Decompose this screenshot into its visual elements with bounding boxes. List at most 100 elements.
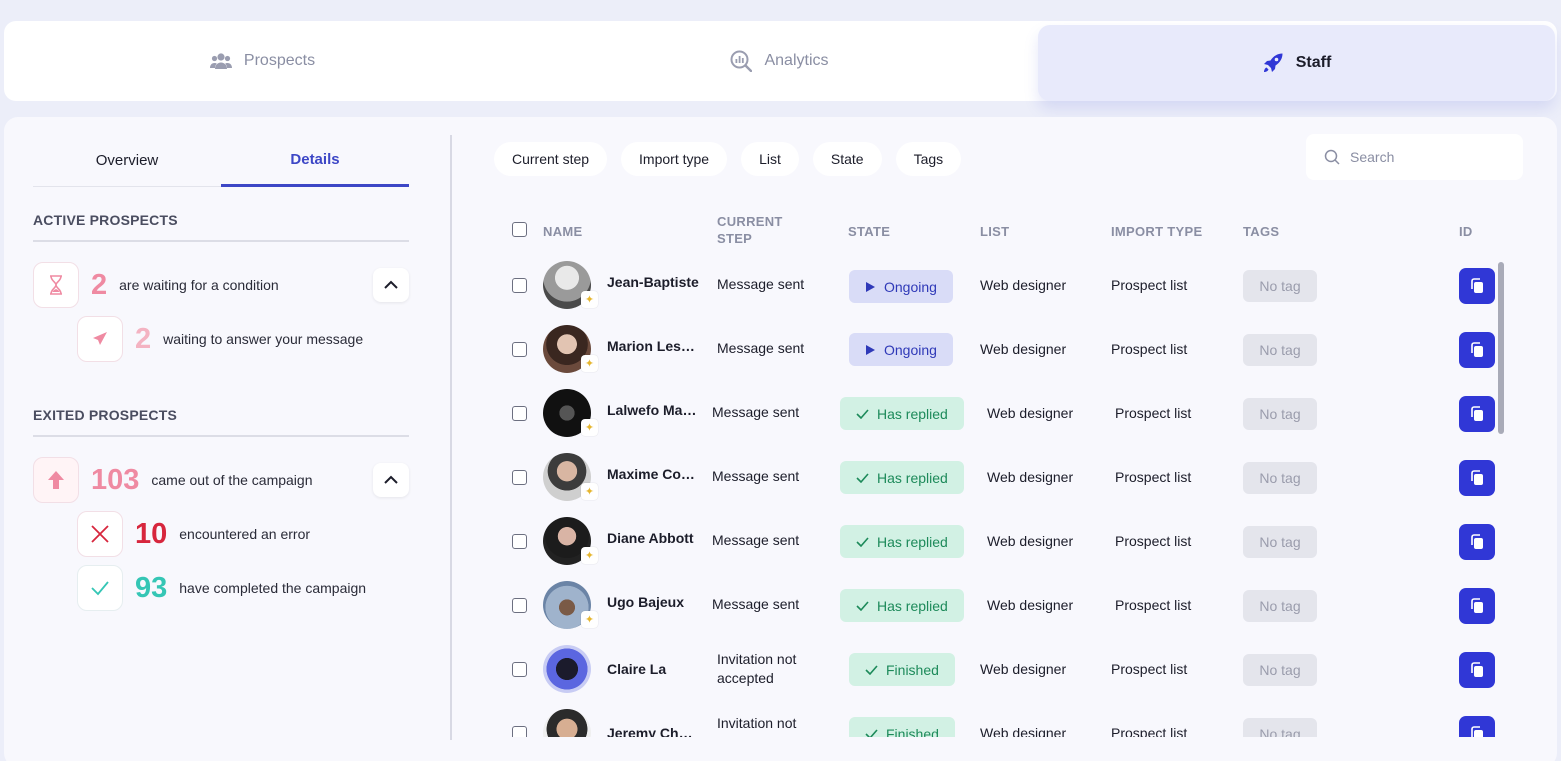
list-name: Web designer (987, 469, 1074, 485)
state-label: Has replied (877, 533, 948, 550)
header-name[interactable]: NAME (543, 223, 582, 240)
prospect-name[interactable]: Jean-Baptiste (607, 274, 699, 290)
filter-current-step[interactable]: Current step (494, 142, 608, 176)
prospect-name[interactable]: Marion Lesage (607, 338, 699, 354)
import-type: Prospect list (1111, 725, 1188, 737)
list-name: Web designer (987, 597, 1074, 613)
table-row[interactable]: ✦ Lalwefo Mamba Message sent Has replied Web… (4, 381, 1495, 445)
current-step-line1: Message sent (717, 340, 805, 356)
list-name: Web designer (980, 277, 1067, 293)
current-step-line1: Message sent (712, 404, 800, 420)
row-checkbox[interactable] (512, 662, 527, 677)
copy-icon (1471, 534, 1483, 549)
header-id[interactable]: ID (1459, 223, 1473, 240)
current-step: Message sent (717, 275, 804, 294)
header-import-type[interactable]: IMPORT TYPE (1111, 223, 1202, 240)
tag-badge: No tag (1243, 718, 1317, 737)
row-checkbox[interactable] (512, 726, 527, 737)
table-row[interactable]: ✦ Marion Lesage Message sent Ongoing Web des… (4, 317, 1495, 381)
avatar (543, 645, 591, 693)
nav-tab-prospects[interactable]: Prospects (4, 21, 521, 101)
copy-id-button[interactable] (1459, 332, 1495, 368)
row-checkbox[interactable] (512, 342, 527, 357)
list-name: Web designer (980, 341, 1067, 357)
sparkle-icon: ✦ (581, 547, 598, 564)
copy-icon (1471, 278, 1483, 293)
top-navigation: Prospects Analytics Staff (4, 21, 1557, 101)
row-checkbox[interactable] (512, 406, 527, 421)
search-input[interactable] (1350, 149, 1500, 165)
copy-id-button[interactable] (1459, 460, 1495, 496)
table-header: NAME CURRENT STEP STATE LIST IMPORT TYPE… (4, 213, 1557, 253)
prospect-name[interactable]: Jeremy Charrier (607, 725, 699, 737)
filter-list[interactable]: List (741, 142, 799, 176)
state-label: Has replied (877, 469, 948, 486)
tag-badge: No tag (1243, 462, 1317, 494)
prospect-name[interactable]: Maxime Cordier (607, 466, 699, 482)
tag-badge: No tag (1243, 654, 1317, 686)
table-row[interactable]: ✦ Jean-Baptiste Message sent Ongoing Web des… (4, 253, 1495, 317)
state-badge: Has replied (840, 397, 964, 430)
import-type: Prospect list (1111, 661, 1188, 677)
copy-id-button[interactable] (1459, 396, 1495, 432)
current-step: Message sent (712, 531, 799, 550)
table-row[interactable]: Claire La Invitation not accepted Finished W… (4, 637, 1495, 701)
copy-id-button[interactable] (1459, 716, 1495, 737)
copy-id-button[interactable] (1459, 652, 1495, 688)
copy-icon (1471, 342, 1483, 357)
table-row[interactable]: ✦ Diane Abbott Message sent Has replied Web … (4, 509, 1495, 573)
nav-tab-label: Prospects (243, 52, 316, 69)
state-badge: Has replied (840, 589, 964, 622)
list-name: Web designer (980, 661, 1067, 677)
header-tags[interactable]: TAGS (1243, 223, 1279, 240)
filter-state[interactable]: State (812, 142, 882, 176)
state-label: Has replied (877, 597, 948, 614)
current-step-line1: Invitation not (717, 715, 797, 731)
check-icon (856, 472, 869, 483)
table-row[interactable]: Jeremy Charrier Invitation not accepted Fin… (4, 701, 1495, 737)
analytics-search-icon (730, 50, 753, 72)
prospect-name[interactable]: Claire La (607, 661, 699, 677)
sparkle-icon: ✦ (581, 483, 598, 500)
prospect-name[interactable]: Ugo Bajeux (607, 594, 699, 610)
state-badge: Finished (849, 653, 955, 686)
state-label: Ongoing (884, 278, 937, 295)
copy-icon (1471, 470, 1483, 485)
filter-import-type[interactable]: Import type (621, 142, 728, 176)
tag-badge: No tag (1243, 590, 1317, 622)
filter-tags[interactable]: Tags (895, 142, 962, 176)
check-icon (865, 728, 878, 737)
header-state[interactable]: STATE (848, 223, 890, 240)
state-badge: Ongoing (849, 333, 953, 366)
row-checkbox[interactable] (512, 598, 527, 613)
check-icon (856, 408, 869, 419)
table-row[interactable]: ✦ Maxime Cordier Message sent Has replied We… (4, 445, 1495, 509)
table-scrollbar[interactable] (1498, 262, 1504, 434)
copy-id-button[interactable] (1459, 588, 1495, 624)
header-current-step[interactable]: CURRENT STEP (717, 213, 783, 247)
current-step: Invitation not accepted (717, 714, 796, 737)
row-checkbox[interactable] (512, 278, 527, 293)
subtab-details[interactable]: Details (221, 139, 409, 187)
prospect-name[interactable]: Diane Abbott (607, 530, 699, 546)
prospect-name[interactable]: Lalwefo Mamba (607, 402, 699, 418)
current-step-line2: accepted (717, 670, 774, 686)
list-name: Web designer (980, 725, 1067, 737)
copy-id-button[interactable] (1459, 268, 1495, 304)
nav-tab-analytics[interactable]: Analytics (521, 21, 1038, 101)
select-all-checkbox[interactable] (512, 222, 527, 237)
copy-id-button[interactable] (1459, 524, 1495, 560)
list-name: Web designer (987, 533, 1074, 549)
check-icon (856, 536, 869, 547)
subtab-overview[interactable]: Overview (33, 139, 221, 186)
row-checkbox[interactable] (512, 534, 527, 549)
header-list[interactable]: LIST (980, 223, 1009, 240)
search-box (1306, 134, 1523, 180)
row-checkbox[interactable] (512, 470, 527, 485)
current-step: Message sent (712, 403, 799, 422)
current-step-line2: accepted (717, 733, 796, 737)
copy-icon (1471, 406, 1483, 421)
tag-badge: No tag (1243, 398, 1317, 430)
table-row[interactable]: ✦ Ugo Bajeux Message sent Has replied Web de… (4, 573, 1495, 637)
nav-tab-staff[interactable]: Staff (1038, 25, 1555, 101)
